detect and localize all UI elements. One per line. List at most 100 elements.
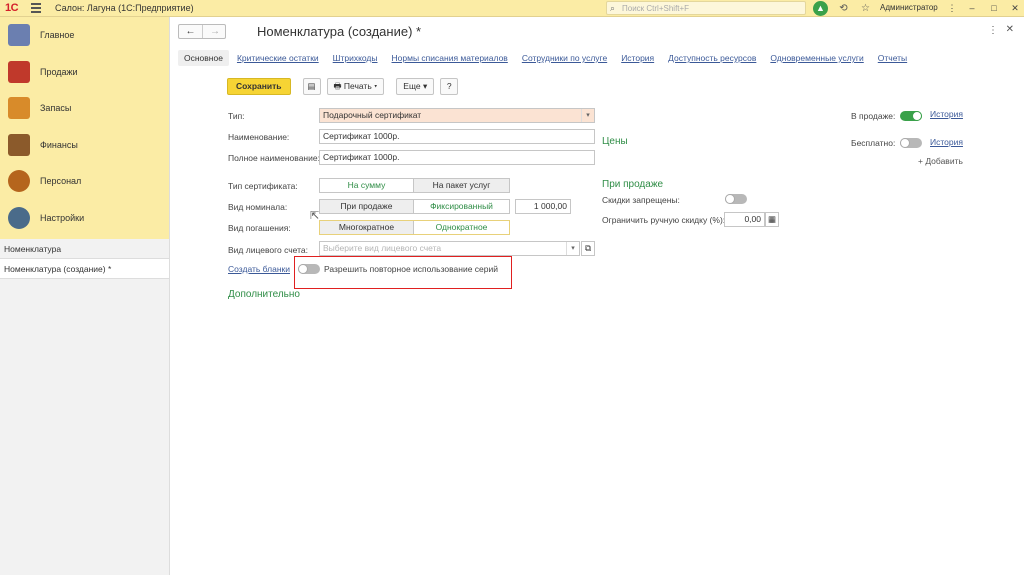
reuse-series-label: Разрешить повторное использование серий [324, 264, 498, 274]
save-button[interactable]: Сохранить [227, 78, 291, 95]
redeem-label: Вид погашения: [228, 223, 291, 233]
more-options-icon[interactable]: ⋮ [988, 25, 998, 36]
redeem-single[interactable]: Однократное [413, 221, 509, 234]
redeem-multiple[interactable]: Многократное [320, 221, 413, 234]
info-icon[interactable]: ⋮ [945, 1, 959, 16]
tab-material-norms[interactable]: Нормы списания материалов [392, 53, 508, 63]
name-input[interactable]: Сертификат 1000р. [319, 129, 595, 144]
form-title: Номенклатура (создание) * [257, 24, 422, 39]
tab-critical-stock[interactable]: Критические остатки [237, 53, 319, 63]
free-toggle[interactable] [900, 138, 922, 148]
section-finance[interactable]: Финансы [0, 127, 169, 164]
open-icon[interactable]: ⧉ [581, 241, 595, 256]
free-history-link[interactable]: История [930, 137, 963, 147]
section-label: Настройки [40, 212, 85, 223]
user-name[interactable]: Администратор [880, 3, 938, 12]
clipboard-icon [8, 24, 30, 46]
prices-section: Цены [602, 136, 628, 147]
logo-1c: 1С [5, 2, 19, 14]
more-label: Еще [403, 81, 421, 91]
form-toolbar: Сохранить ▤ 🖶 Печать ▾ Еще ▾ ? [227, 78, 464, 95]
title-bar: 1С Салон: Лагуна (1С:Предприятие) ⌕ Поис… [0, 0, 1024, 17]
open-window-item-active[interactable]: Номенклатура (создание) * [0, 259, 169, 279]
create-forms-link[interactable]: Создать бланки [228, 264, 290, 274]
close-window-button[interactable]: ✕ [1008, 1, 1022, 16]
nominal-on-sale[interactable]: При продаже [320, 200, 413, 213]
section-staff[interactable]: Персонал [0, 163, 169, 200]
section-stock[interactable]: Запасы [0, 90, 169, 127]
on-sale-toggle[interactable] [900, 111, 922, 121]
discounts-forbidden-label: Скидки запрещены: [602, 195, 680, 205]
help-button[interactable]: ? [440, 78, 459, 95]
open-window-item[interactable]: Номенклатура [0, 239, 169, 259]
section-main[interactable]: Главное [0, 17, 169, 54]
menu-icon[interactable] [31, 3, 41, 13]
redeem-switch: Многократное Однократное [319, 220, 510, 235]
nominal-switch: При продаже Фиксированный [319, 199, 510, 214]
section-label: Персонал [40, 176, 82, 186]
on-sale-section: При продаже [602, 179, 664, 190]
section-settings[interactable]: Настройки [0, 200, 169, 237]
history-icon[interactable]: ⟲ [836, 1, 851, 16]
sidebar: Главное Продажи Запасы Финансы Персонал … [0, 17, 170, 575]
full-name-input[interactable]: Сертификат 1000р. [319, 150, 595, 165]
calculator-icon[interactable]: ▦ [765, 212, 779, 227]
back-arrow-icon[interactable]: ← [179, 25, 203, 38]
boxes-icon [8, 97, 30, 119]
cert-type-label: Тип сертификата: [228, 181, 298, 191]
print-button[interactable]: 🖶 Печать ▾ [326, 78, 385, 95]
add-link[interactable]: + Добавить [918, 156, 963, 166]
reuse-series-toggle[interactable] [298, 264, 320, 274]
chevron-down-icon[interactable]: ▾ [566, 242, 579, 255]
section-label: Финансы [40, 139, 78, 150]
minimize-button[interactable]: – [965, 1, 979, 16]
nominal-fixed[interactable]: Фиксированный [413, 200, 509, 213]
favorites-star-icon[interactable]: ☆ [858, 1, 873, 16]
type-value: Подарочный сертификат [323, 110, 422, 120]
form-tabs: Основное Критические остатки Штрихкоды Н… [178, 49, 921, 67]
printer-icon: 🖶 [333, 81, 344, 91]
form-area: ← → Номенклатура (создание) * ⋮ ✕ Основн… [171, 17, 1024, 575]
maximize-button[interactable]: □ [987, 1, 1001, 16]
discounts-forbidden-toggle[interactable] [725, 194, 747, 204]
tab-reports[interactable]: Отчеты [878, 53, 907, 63]
limit-discount-label: Ограничить ручную скидку (%): [602, 215, 726, 225]
search-icon: ⌕ [610, 3, 616, 13]
sections-panel: Главное Продажи Запасы Финансы Персонал … [0, 17, 169, 239]
additional-section[interactable]: Дополнительно [228, 289, 300, 300]
on-sale-history-link[interactable]: История [930, 109, 963, 119]
more-button[interactable]: Еще ▾ [396, 78, 435, 95]
section-sales[interactable]: Продажи [0, 54, 169, 91]
type-select[interactable]: Подарочный сертификат ▾ [319, 108, 595, 123]
print-label: Печать [343, 81, 372, 91]
account-select[interactable]: Выберите вид лицевого счета ▾ [319, 241, 580, 256]
cert-type-switch: На сумму На пакет услуг [319, 178, 510, 193]
tab-main[interactable]: Основное [178, 50, 229, 66]
chevron-down-icon[interactable]: ▾ [581, 109, 594, 122]
on-sale-label: В продаже: [851, 111, 896, 121]
nominal-label: Вид номинала: [228, 202, 288, 212]
tab-simultaneous-services[interactable]: Одновременные услуги [770, 53, 863, 63]
account-label: Вид лицевого счета: [228, 245, 309, 255]
tab-history[interactable]: История [621, 53, 654, 63]
notifications-icon[interactable]: ▲ [813, 1, 828, 16]
wallet-icon [8, 133, 30, 156]
tab-resource-availability[interactable]: Доступность ресурсов [668, 53, 756, 63]
section-label: Продажи [40, 66, 78, 77]
nominal-amount-input[interactable]: 1 000,00 [515, 199, 571, 214]
nav-buttons: ← → [178, 24, 226, 39]
document-icon[interactable]: ▤ [302, 78, 321, 95]
cert-type-sum[interactable]: На сумму [320, 179, 413, 192]
limit-discount-input[interactable]: 0,00 [724, 212, 765, 227]
global-search-input[interactable]: ⌕ Поиск Ctrl+Shift+F [606, 1, 806, 15]
cert-type-package[interactable]: На пакет услуг [413, 179, 509, 192]
forward-arrow-icon[interactable]: → [203, 25, 227, 38]
gear-icon [8, 206, 30, 229]
tab-service-staff[interactable]: Сотрудники по услуге [522, 53, 607, 63]
chart-icon [8, 60, 30, 83]
close-form-icon[interactable]: ✕ [1006, 24, 1014, 35]
section-label: Главное [40, 30, 75, 40]
tab-barcodes[interactable]: Штрихкоды [333, 53, 378, 63]
mouse-cursor-icon: ⇱ [310, 210, 320, 222]
account-placeholder: Выберите вид лицевого счета [323, 243, 442, 253]
